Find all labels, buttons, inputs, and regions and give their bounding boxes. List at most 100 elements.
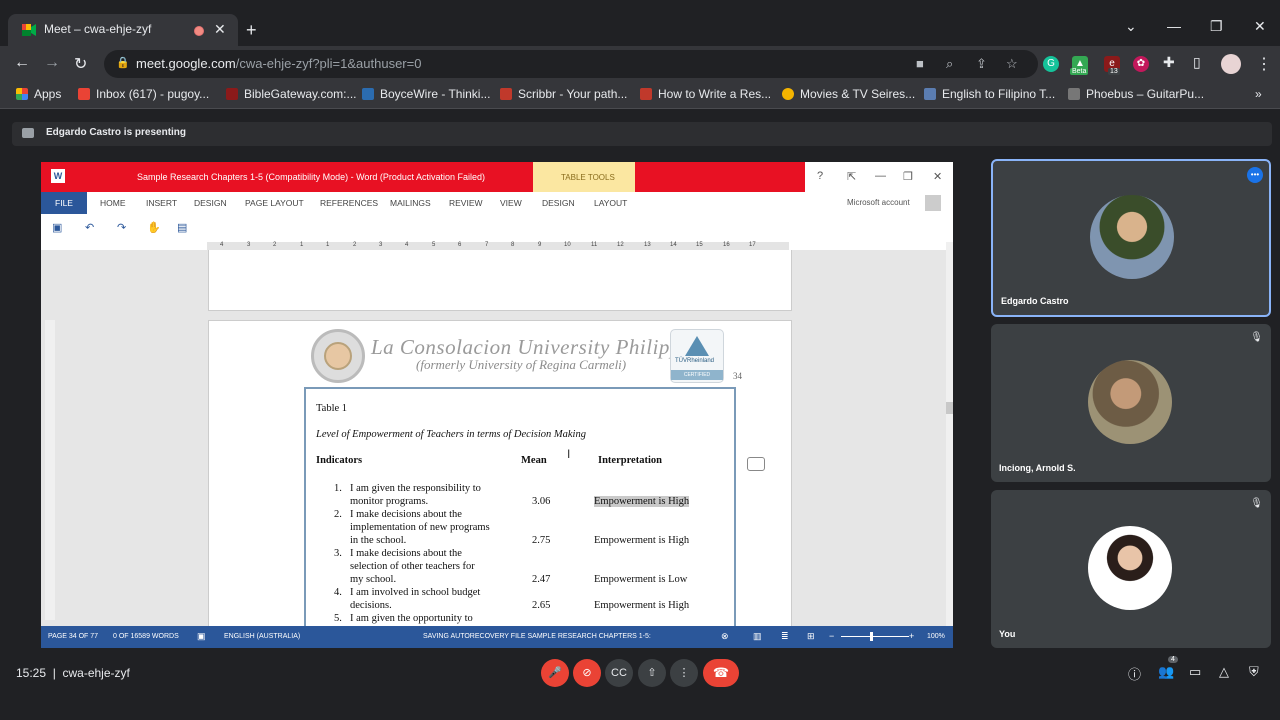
word-close-icon[interactable]: ✕ — [933, 170, 942, 183]
ruler-number: 2 — [273, 242, 277, 248]
bookmark-english-filipino[interactable]: English to Filipino T... — [924, 87, 1055, 101]
new-tab-button[interactable]: + — [246, 20, 257, 41]
zoom-icon[interactable]: ⌕ — [946, 56, 953, 72]
ribbon-tab-review[interactable]: REVIEW — [449, 198, 483, 208]
status-zoom[interactable]: 100% — [927, 633, 945, 640]
profile-avatar[interactable] — [1221, 54, 1241, 74]
bookmark-star-icon[interactable]: ☆ — [1006, 56, 1018, 72]
proofing-icon[interactable]: ▣ — [197, 631, 206, 642]
touch-mode-icon[interactable]: ✋ — [147, 221, 161, 234]
ribbon-tab-home[interactable]: HOME — [100, 198, 126, 208]
minimize-button[interactable]: — — [1167, 18, 1181, 34]
row-1-interpretation[interactable]: Empowerment is High — [594, 496, 690, 507]
university-seal-icon — [311, 329, 365, 383]
header-interpretation: Interpretation — [598, 455, 662, 466]
word-ribbon: FILE HOME INSERT DESIGN PAGE LAYOUT REFE… — [41, 192, 953, 215]
zoom-slider-thumb[interactable] — [870, 632, 873, 641]
bookmark-movies[interactable]: Movies & TV Seires... — [782, 87, 915, 101]
captions-button[interactable]: CC — [605, 659, 633, 687]
help-icon[interactable]: ? — [817, 170, 823, 182]
comment-icon[interactable] — [747, 457, 765, 471]
activities-icon[interactable]: △ — [1219, 664, 1229, 680]
microsoft-account[interactable]: Microsoft account — [847, 198, 910, 207]
bookmark-scribbr[interactable]: Scribbr - Your path... — [500, 87, 627, 101]
save-icon[interactable]: ▣ — [52, 221, 62, 234]
participant-tile-edgardo[interactable]: ••• Edgardo Castro — [991, 159, 1271, 317]
scroll-thumb[interactable] — [946, 402, 953, 414]
extension-flower-icon[interactable]: ✿ — [1133, 56, 1149, 72]
more-options-button[interactable]: ⋮ — [670, 659, 698, 687]
bookmarks-bar: Apps Inbox (617) - pugoy... BibleGateway… — [0, 82, 1280, 109]
bookmark-boycewire[interactable]: BoyceWire - Thinki... — [362, 87, 490, 101]
grammarly-extension-icon[interactable]: G — [1043, 56, 1059, 72]
camera-toggle-button[interactable]: ⊘ — [573, 659, 601, 687]
word-restore-icon[interactable]: ❐ — [903, 170, 913, 183]
side-panel-icon[interactable]: ▯ — [1193, 54, 1201, 71]
participant-tile-arnold[interactable]: 🎙 Inciong, Arnold S. — [991, 324, 1271, 482]
people-icon[interactable]: 👥 — [1158, 664, 1174, 680]
vertical-scrollbar[interactable] — [946, 242, 953, 626]
bookmark-biblegateway[interactable]: BibleGateway.com:... — [226, 87, 357, 101]
web-layout-icon[interactable]: ⊞ — [807, 631, 815, 642]
zoom-in-icon[interactable]: + — [909, 631, 914, 641]
ribbon-display-icon[interactable]: ⇱ — [847, 170, 856, 183]
header-mean: Mean — [521, 455, 547, 466]
zoom-out-icon[interactable]: − — [829, 631, 834, 641]
present-button[interactable]: ⇧ — [638, 659, 666, 687]
browser-tab[interactable]: Meet – cwa-ehje-zyf ✕ — [8, 14, 238, 46]
bookmark-inbox[interactable]: Inbox (617) - pugoy... — [78, 87, 209, 101]
ribbon-tab-table-layout[interactable]: LAYOUT — [594, 198, 627, 208]
share-icon[interactable]: ⇪ — [976, 56, 987, 72]
ribbon-tab-design[interactable]: DESIGN — [194, 198, 227, 208]
ribbon-tab-view[interactable]: VIEW — [500, 198, 522, 208]
read-mode-icon[interactable]: ▥ — [753, 631, 762, 642]
recording-indicator-icon — [194, 26, 204, 36]
ribbon-tab-page-layout[interactable]: PAGE LAYOUT — [245, 198, 304, 208]
forward-arrow-icon[interactable]: → — [44, 54, 60, 72]
zoom-slider[interactable] — [841, 636, 909, 637]
presenting-banner: Edgardo Castro is presenting — [12, 122, 1272, 146]
word-minimize-icon[interactable]: — — [875, 170, 886, 182]
address-bar[interactable]: 🔒 meet.google.com/cwa-ehje-zyf?pli=1&aut… — [104, 50, 1038, 78]
bookmark-phoebus[interactable]: Phoebus – GuitarPu... — [1068, 87, 1204, 101]
ruler-number: 3 — [379, 242, 383, 248]
bookmark-apps[interactable]: Apps — [16, 87, 61, 101]
mic-toggle-button[interactable]: 🎤 — [541, 659, 569, 687]
status-language[interactable]: ENGLISH (AUSTRALIA) — [224, 633, 300, 640]
restore-button[interactable]: ❐ — [1210, 18, 1223, 35]
bookmarks-overflow-button[interactable]: » — [1255, 87, 1262, 101]
reload-icon[interactable]: ↻ — [74, 54, 87, 74]
back-arrow-icon[interactable]: ← — [14, 54, 30, 72]
table-draw-icon[interactable]: ▤ — [177, 221, 187, 234]
document-area[interactable]: La Consolacion University Philippines (f… — [41, 250, 946, 626]
participant-name: Inciong, Arnold S. — [999, 463, 1076, 473]
account-avatar-icon[interactable] — [925, 195, 941, 211]
extensions-puzzle-icon[interactable]: ✚ — [1163, 54, 1175, 71]
ruler-number: 17 — [749, 242, 756, 248]
end-call-button[interactable]: ☎ — [703, 659, 739, 687]
undo-icon[interactable]: ↶ — [85, 221, 94, 234]
ribbon-tab-file[interactable]: FILE — [41, 192, 87, 214]
chrome-menu-icon[interactable]: ⋮ — [1256, 54, 1272, 74]
tab-search-button[interactable]: ⌄ — [1125, 18, 1137, 35]
print-layout-icon[interactable]: ≣ — [781, 631, 789, 642]
table-label: Table 1 — [316, 403, 348, 414]
ribbon-tab-table-design[interactable]: DESIGN — [542, 198, 575, 208]
meeting-details-icon[interactable]: ⓘ — [1128, 664, 1141, 683]
ribbon-tab-mailings[interactable]: MAILINGS — [390, 198, 431, 208]
row-3-indicator-line: I make decisions about the — [350, 548, 462, 559]
ribbon-tab-insert[interactable]: INSERT — [146, 198, 177, 208]
host-controls-icon[interactable]: ⛨ — [1249, 664, 1259, 680]
redo-icon[interactable]: ↷ — [117, 221, 126, 234]
bookmark-how-to-write[interactable]: How to Write a Res... — [640, 87, 771, 101]
participant-tile-you[interactable]: 🎙 You — [991, 490, 1271, 648]
status-page[interactable]: PAGE 34 OF 77 — [48, 633, 98, 640]
tab-close-icon[interactable]: ✕ — [214, 21, 226, 38]
camera-icon[interactable]: ■ — [916, 56, 924, 71]
close-window-button[interactable]: ✕ — [1254, 18, 1266, 35]
status-words[interactable]: 0 OF 16589 WORDS — [113, 633, 179, 640]
macro-icon[interactable]: ⊗ — [721, 631, 729, 642]
chat-icon[interactable]: ▭ — [1189, 664, 1201, 680]
ribbon-tab-references[interactable]: REFERENCES — [320, 198, 378, 208]
vertical-ruler — [45, 320, 55, 620]
